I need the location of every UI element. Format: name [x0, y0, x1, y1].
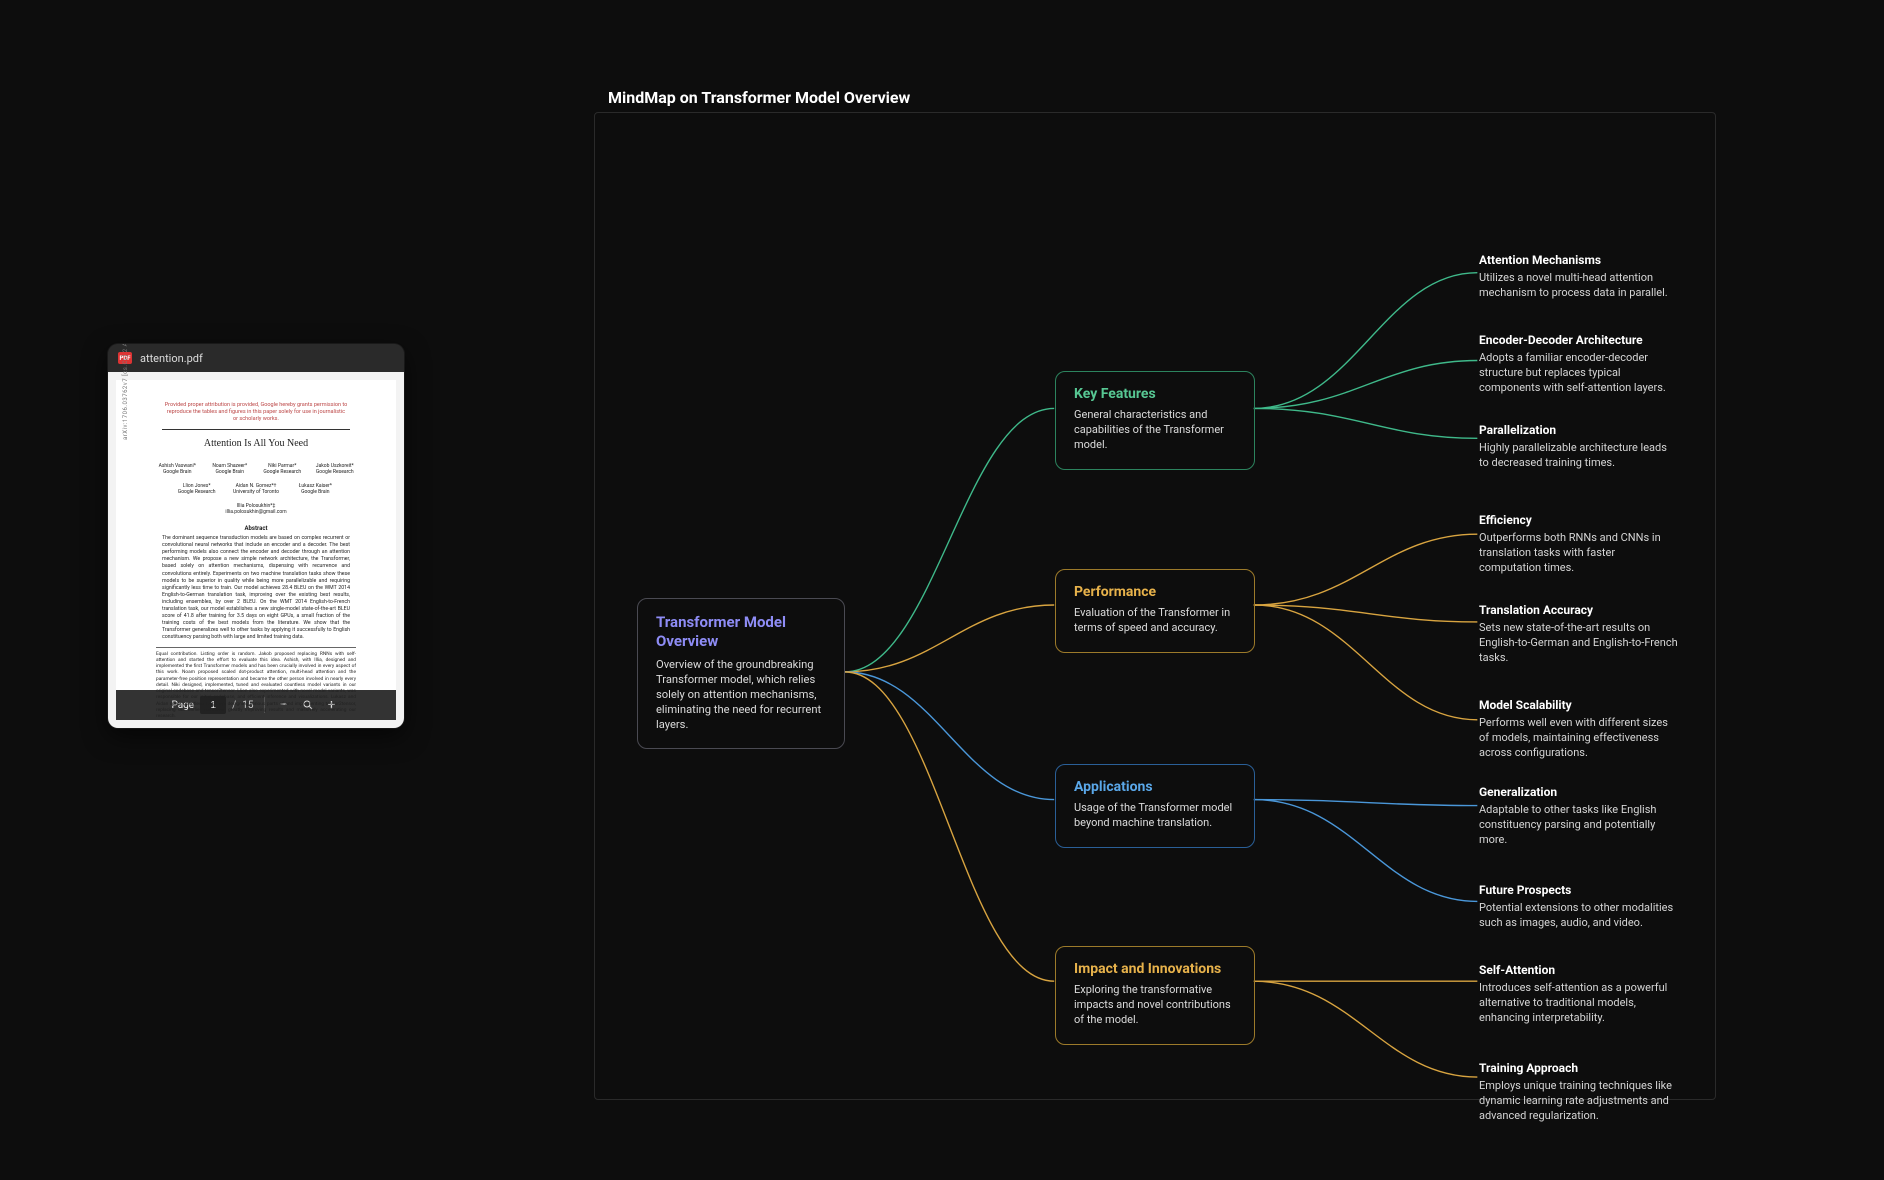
pdf-preview-card: PDF attention.pdf arXiv:1706.03762v7 [cs… — [108, 344, 404, 728]
leaf-desc: Outperforms both RNNs and CNNs in transl… — [1479, 531, 1679, 576]
pdf-arxiv-stamp: arXiv:1706.03762v7 [cs.CL] 2 Aug 2023 — [122, 344, 129, 440]
branch-title: Key Features — [1074, 386, 1236, 402]
leaf-efficiency[interactable]: Efficiency Outperforms both RNNs and CNN… — [1479, 513, 1679, 576]
leaf-title: Encoder-Decoder Architecture — [1479, 333, 1679, 347]
leaf-desc: Employs unique training techniques like … — [1479, 1079, 1679, 1124]
pdf-authors-row3: Illia Polosukhin*‡illia.polosukhin@gmail… — [154, 503, 358, 515]
leaf-title: Training Approach — [1479, 1061, 1679, 1075]
branch-desc: General characteristics and capabilities… — [1074, 408, 1236, 453]
leaf-title: Self-Attention — [1479, 963, 1679, 977]
leaf-desc: Performs well even with different sizes … — [1479, 716, 1679, 761]
leaf-future-prospects[interactable]: Future Prospects Potential extensions to… — [1479, 883, 1679, 931]
leaf-generalization[interactable]: Generalization Adaptable to other tasks … — [1479, 785, 1679, 848]
leaf-translation-accuracy[interactable]: Translation Accuracy Sets new state-of-t… — [1479, 603, 1679, 666]
leaf-model-scalability[interactable]: Model Scalability Performs well even wit… — [1479, 698, 1679, 761]
leaf-desc: Introduces self-attention as a powerful … — [1479, 981, 1679, 1026]
branch-title: Impact and Innovations — [1074, 961, 1236, 977]
leaf-parallelization[interactable]: Parallelization Highly parallelizable ar… — [1479, 423, 1679, 471]
pdf-paper-title: Attention Is All You Need — [144, 438, 368, 449]
leaf-training-approach[interactable]: Training Approach Employs unique trainin… — [1479, 1061, 1679, 1124]
pdf-abstract-heading: Abstract — [144, 525, 368, 532]
leaf-title: Model Scalability — [1479, 698, 1679, 712]
branch-key-features[interactable]: Key Features General characteristics and… — [1055, 371, 1255, 470]
leaf-title: Generalization — [1479, 785, 1679, 799]
mindmap-title: MindMap on Transformer Model Overview — [608, 88, 910, 107]
leaf-title: Attention Mechanisms — [1479, 253, 1679, 267]
leaf-desc: Potential extensions to other modalities… — [1479, 901, 1679, 931]
branch-performance[interactable]: Performance Evaluation of the Transforme… — [1055, 569, 1255, 653]
branch-impact[interactable]: Impact and Innovations Exploring the tra… — [1055, 946, 1255, 1045]
leaf-desc: Adopts a familiar encoder-decoder struct… — [1479, 351, 1679, 396]
branch-desc: Usage of the Transformer model beyond ma… — [1074, 801, 1236, 831]
branch-applications[interactable]: Applications Usage of the Transformer mo… — [1055, 764, 1255, 848]
leaf-desc: Sets new state-of-the-art results on Eng… — [1479, 621, 1679, 666]
root-title: Transformer Model Overview — [656, 613, 826, 651]
leaf-self-attention[interactable]: Self-Attention Introduces self-attention… — [1479, 963, 1679, 1026]
leaf-title: Translation Accuracy — [1479, 603, 1679, 617]
pdf-page-render: arXiv:1706.03762v7 [cs.CL] 2 Aug 2023 Pr… — [116, 380, 396, 690]
branch-title: Applications — [1074, 779, 1236, 795]
leaf-encoder-decoder[interactable]: Encoder-Decoder Architecture Adopts a fa… — [1479, 333, 1679, 396]
pdf-footnote: Equal contribution. Listing order is ran… — [156, 647, 356, 721]
pdf-authors-row1: Ashish Vaswani*Google BrainNoam Shazeer*… — [154, 463, 358, 475]
pdf-filename: attention.pdf — [140, 352, 203, 365]
leaf-attention-mechanisms[interactable]: Attention Mechanisms Utilizes a novel mu… — [1479, 253, 1679, 301]
pdf-permission-notice: Provided proper attribution is provided,… — [164, 402, 348, 423]
leaf-desc: Adaptable to other tasks like English co… — [1479, 803, 1679, 848]
pdf-authors-row2: Llion Jones*Google ResearchAidan N. Gome… — [170, 483, 342, 495]
leaf-desc: Utilizes a novel multi-head attention me… — [1479, 271, 1679, 301]
leaf-title: Efficiency — [1479, 513, 1679, 527]
leaf-desc: Highly parallelizable architecture leads… — [1479, 441, 1679, 471]
mindmap-canvas[interactable]: Transformer Model Overview Overview of t… — [594, 112, 1716, 1100]
leaf-title: Parallelization — [1479, 423, 1679, 437]
root-desc: Overview of the groundbreaking Transform… — [656, 657, 826, 733]
branch-desc: Exploring the transformative impacts and… — [1074, 983, 1236, 1028]
mindmap-root-node[interactable]: Transformer Model Overview Overview of t… — [637, 598, 845, 749]
pdf-abstract: The dominant sequence transduction model… — [162, 535, 350, 640]
branch-title: Performance — [1074, 584, 1236, 600]
pdf-body: arXiv:1706.03762v7 [cs.CL] 2 Aug 2023 Pr… — [108, 372, 404, 728]
branch-desc: Evaluation of the Transformer in terms o… — [1074, 606, 1236, 636]
pdf-header: PDF attention.pdf — [108, 344, 404, 372]
leaf-title: Future Prospects — [1479, 883, 1679, 897]
